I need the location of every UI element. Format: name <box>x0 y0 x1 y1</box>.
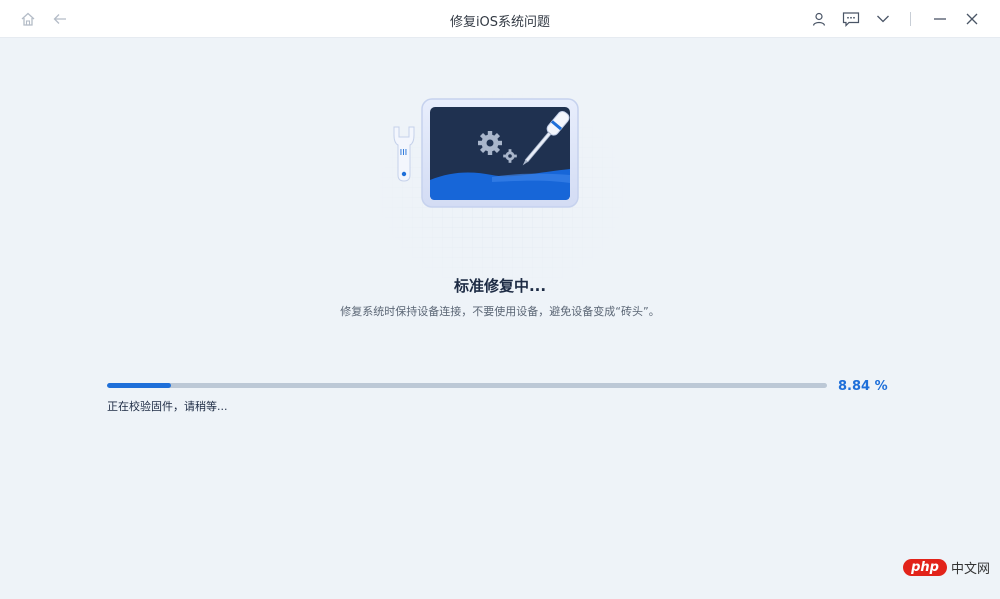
main-content: 标准修复中... 修复系统时保持设备连接，不要使用设备，避免设备变成“砖头”。 … <box>0 39 1000 599</box>
progress-bar <box>107 383 827 388</box>
user-icon[interactable] <box>809 9 829 29</box>
watermark-site: 中文网 <box>950 562 990 577</box>
status-title: 标准修复中... <box>453 277 547 295</box>
chevron-down-icon[interactable] <box>873 9 893 29</box>
title-bar: 修复iOS系统问题 <box>0 0 1000 38</box>
status-subtitle: 修复系统时保持设备连接，不要使用设备，避免设备变成“砖头”。 <box>340 305 660 318</box>
watermark: php 中文网 <box>903 558 990 577</box>
progress-percent: 8.84 % <box>838 379 888 394</box>
feedback-icon[interactable] <box>841 9 861 29</box>
repair-illustration <box>372 87 632 297</box>
titlebar-divider <box>910 12 911 26</box>
minimize-icon[interactable] <box>930 9 950 29</box>
progress-message: 正在校验固件，请稍等... <box>107 400 228 413</box>
watermark-brand: php <box>903 559 947 576</box>
close-icon[interactable] <box>962 9 982 29</box>
progress-fill <box>107 383 171 388</box>
